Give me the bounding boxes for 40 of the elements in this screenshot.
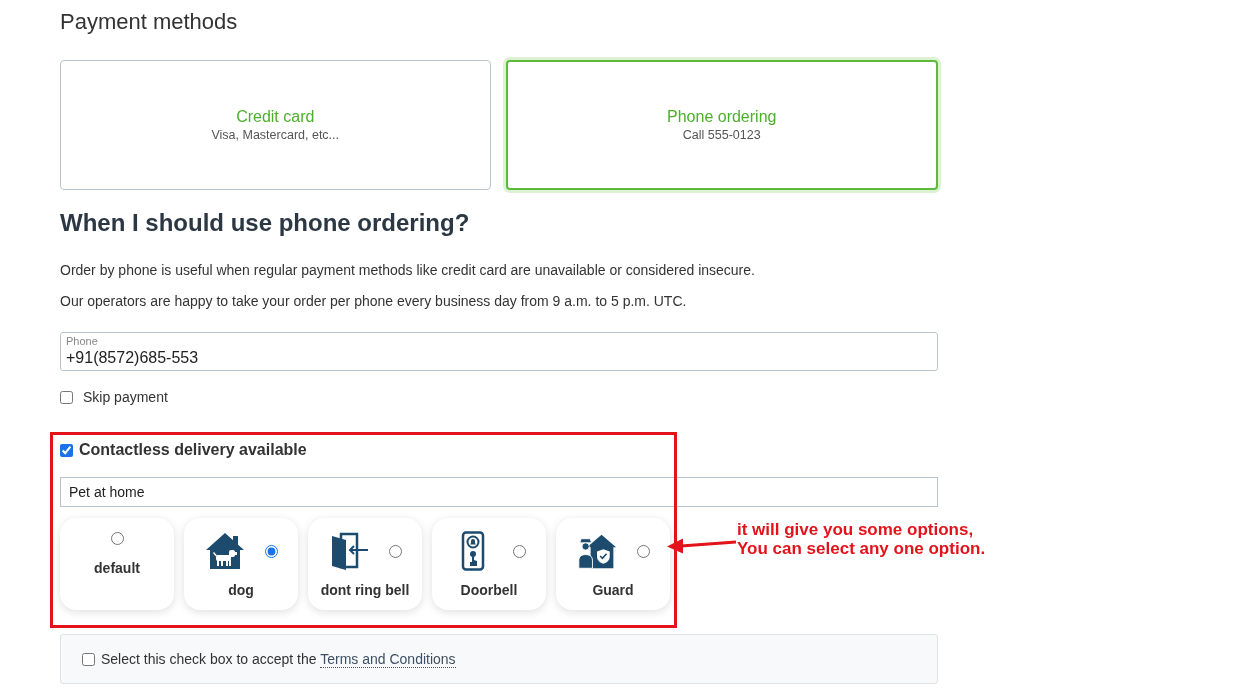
field-label: Phone (66, 335, 98, 348)
field-value: +91(8572)685-553 (66, 348, 199, 368)
terms-text: Select this check box to accept the Terms and Conditions (101, 650, 456, 668)
phone-field[interactable]: Phone +91(8572)685-553 (60, 332, 938, 371)
checkbox-label[interactable]: Skip payment (83, 389, 168, 405)
section-heading: When I should use phone ordering? (60, 208, 471, 238)
option-card[interactable]: default (60, 518, 174, 610)
radio-button[interactable] (636, 544, 650, 558)
option-card[interactable]: Doorbell (432, 518, 546, 610)
annotation-arrow (667, 536, 737, 554)
radio-button[interactable] (388, 544, 402, 558)
terms-link[interactable]: Terms and Conditions (320, 651, 456, 668)
text-field[interactable]: Pet at home (60, 477, 938, 507)
option-label: default (94, 559, 140, 577)
option-subtitle: Visa, Mastercard, etc... (211, 127, 340, 143)
option-card[interactable]: dont ring bell (308, 518, 422, 610)
checkbox[interactable] (60, 390, 73, 404)
checkbox-label[interactable]: Contactless delivery available (79, 440, 307, 460)
payment-option-card[interactable]: Phone ordering Call 555-0123 (505, 60, 938, 190)
annotation-text: You can select any one option. (737, 539, 986, 558)
option-label: Doorbell (460, 581, 518, 599)
option-card[interactable]: Guard (556, 518, 670, 610)
option-title: Phone ordering (667, 107, 777, 127)
option-subtitle: Call 555-0123 (682, 127, 761, 143)
section-title: Payment methods (60, 8, 239, 36)
option-card[interactable]: dog (184, 518, 298, 610)
radio-button[interactable] (264, 544, 278, 558)
checkbox[interactable] (82, 652, 95, 666)
option-label: dog (228, 581, 254, 599)
checkbox[interactable] (60, 443, 73, 457)
payment-option-card[interactable]: Credit card Visa, Mastercard, etc... (60, 60, 491, 190)
option-title: Credit card (236, 107, 315, 127)
annotation-text: it will give you some options, (737, 520, 974, 539)
radio-button[interactable] (512, 544, 526, 558)
dog-house-icon (204, 531, 245, 571)
info-paragraph: Order by phone is useful when regular payment methods like credit card are unavailable or considered insecure. (60, 261, 756, 280)
radio-button[interactable] (110, 532, 124, 545)
info-paragraph: Our operators are happy to take your order per phone every business day from 9 a.m. to 5 p.m. UTC. (60, 292, 688, 311)
option-label: Guard (592, 581, 634, 599)
option-label: dont ring bell (320, 581, 410, 599)
